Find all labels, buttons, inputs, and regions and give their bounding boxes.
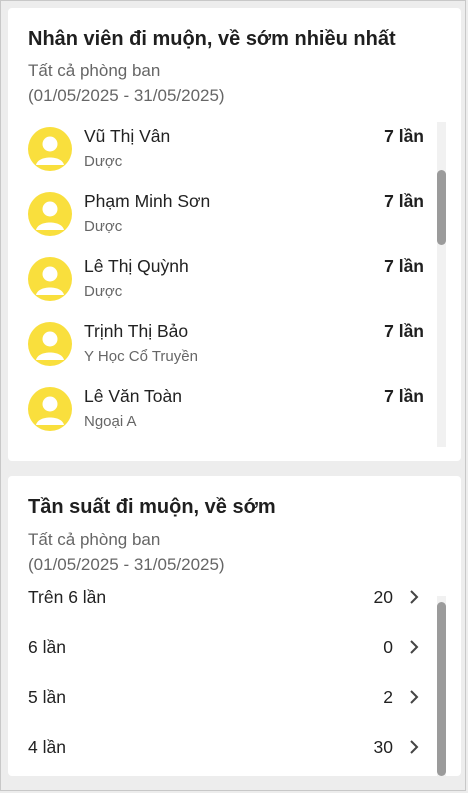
employee-department: Dược: [84, 153, 123, 170]
frequency-label: 5 lần: [28, 687, 66, 707]
employee-row[interactable]: Trịnh Thị Bảo Y Học Cổ Truyền 7 lần: [8, 317, 461, 382]
user-avatar-icon: [28, 257, 72, 301]
frequency-label: 4 lần: [28, 737, 66, 757]
employee-name: Vũ Thị Vân: [84, 126, 171, 146]
frequency-count: 0: [383, 637, 393, 657]
late-employees-department-filter[interactable]: Tất cả phòng ban: [28, 58, 160, 83]
frequency-label: Trên 6 lần: [28, 587, 107, 607]
employee-row[interactable]: Lê Văn Toàn Ngoại A 7 lần: [8, 382, 461, 447]
frequency-row[interactable]: 6 lần 0: [8, 637, 461, 687]
user-avatar-icon: [28, 387, 72, 431]
frequency-count: 20: [373, 587, 393, 607]
late-employees-card: Nhân viên đi muộn, về sớm nhiều nhất Tất…: [8, 8, 461, 461]
chevron-right-icon: [410, 690, 419, 704]
frequency-count: 2: [383, 687, 393, 707]
user-avatar-icon: [28, 192, 72, 236]
late-employees-scrollbar[interactable]: [437, 122, 446, 447]
late-employees-scroll-thumb[interactable]: [437, 170, 446, 245]
employee-department: Dược: [84, 283, 123, 300]
frequency-date-range: (01/05/2025 - 31/05/2025): [28, 555, 225, 574]
employee-department: Ngoại A: [84, 413, 137, 430]
frequency-row[interactable]: 5 lần 2: [8, 687, 461, 737]
employee-late-count: 7 lần: [384, 321, 424, 341]
employee-row[interactable]: Lê Thị Quỳnh Dược 7 lần: [8, 252, 461, 317]
employee-name: Lê Thị Quỳnh: [84, 256, 189, 276]
chevron-right-icon: [410, 740, 419, 754]
frequency-row[interactable]: 4 lần 30: [8, 737, 461, 776]
employee-department: Y Học Cổ Truyền: [84, 348, 198, 365]
frequency-label: 6 lần: [28, 637, 66, 657]
employee-department: Dược: [84, 218, 123, 235]
employee-name: Lê Văn Toàn: [84, 386, 182, 406]
user-avatar-icon: [28, 322, 72, 366]
frequency-card: Tần suất đi muộn, về sớm Tất cả phòng ba…: [8, 476, 461, 776]
frequency-department-filter[interactable]: Tất cả phòng ban: [28, 527, 160, 552]
late-employees-date-range: (01/05/2025 - 31/05/2025): [28, 86, 225, 105]
frequency-count: 30: [373, 737, 393, 757]
employee-name: Trịnh Thị Bảo: [84, 321, 189, 341]
employee-name: Phạm Minh Sơn: [84, 191, 211, 211]
frequency-scrollbar[interactable]: [437, 596, 446, 776]
employee-late-count: 7 lần: [384, 256, 424, 276]
user-avatar-icon: [28, 127, 72, 171]
frequency-scroll-thumb[interactable]: [437, 602, 446, 776]
employee-late-count: 7 lần: [384, 386, 424, 406]
chevron-right-icon: [410, 640, 419, 654]
employee-row[interactable]: Vũ Thị Vân Dược 7 lần: [8, 122, 461, 187]
employee-late-count: 7 lần: [384, 126, 424, 146]
employee-row[interactable]: Phạm Minh Sơn Dược 7 lần: [8, 187, 461, 252]
late-employees-title: Nhân viên đi muộn, về sớm nhiều nhất: [28, 28, 396, 50]
frequency-list[interactable]: Trên 6 lần 20 6 lần 0 5 lần 2 4 lần 30: [8, 587, 461, 776]
chevron-right-icon: [410, 590, 419, 604]
frequency-title: Tần suất đi muộn, về sớm: [28, 496, 276, 518]
frequency-row[interactable]: Trên 6 lần 20: [8, 587, 461, 637]
employee-late-count: 7 lần: [384, 191, 424, 211]
late-employees-list[interactable]: Vũ Thị Vân Dược 7 lần Phạm Minh Sơn Dược…: [8, 122, 461, 447]
